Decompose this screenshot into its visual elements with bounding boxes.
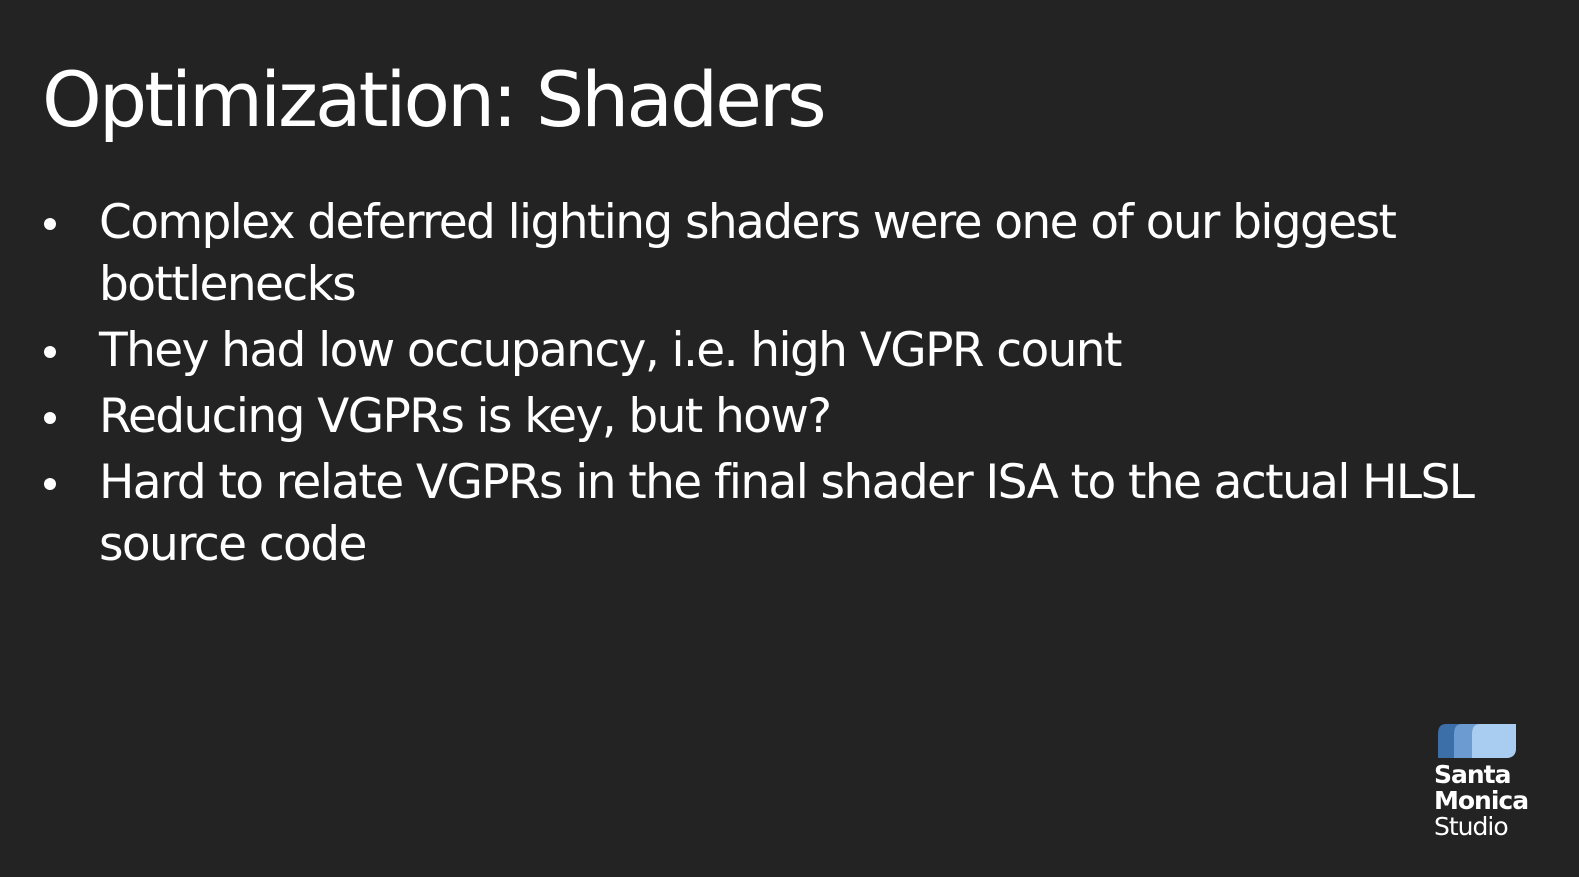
logo-mark-icon: [1438, 724, 1516, 758]
bullet-list: Complex deferred lighting shaders were o…: [42, 192, 1482, 580]
logo-text-santa: Santa: [1434, 760, 1512, 789]
logo-wordmark: Santa Monica Studio: [1434, 760, 1529, 841]
bullet-dot-icon: [44, 346, 56, 358]
slide: Optimization: Shaders Complex deferred l…: [0, 0, 1579, 877]
bullet-item: Reducing VGPRs is key, but how?: [42, 386, 1482, 448]
bullet-dot-icon: [44, 478, 56, 490]
bullet-item: They had low occupancy, i.e. high VGPR c…: [42, 320, 1482, 382]
bullet-item: Complex deferred lighting shaders were o…: [42, 192, 1482, 316]
bullet-dot-icon: [44, 412, 56, 424]
bullet-text: They had low occupancy, i.e. high VGPR c…: [99, 323, 1122, 378]
bullet-dot-icon: [44, 218, 56, 230]
bullet-text: Hard to relate VGPRs in the final shader…: [99, 455, 1475, 572]
santa-monica-studio-logo: Santa Monica Studio: [1434, 722, 1554, 847]
logo-text-studio: Studio: [1434, 812, 1509, 841]
logo-mark-front-shape: [1472, 724, 1516, 758]
slide-title: Optimization: Shaders: [42, 55, 827, 144]
bullet-item: Hard to relate VGPRs in the final shader…: [42, 452, 1482, 576]
bullet-text: Complex deferred lighting shaders were o…: [99, 195, 1397, 312]
logo-text-monica: Monica: [1434, 786, 1529, 815]
bullet-text: Reducing VGPRs is key, but how?: [99, 389, 832, 444]
